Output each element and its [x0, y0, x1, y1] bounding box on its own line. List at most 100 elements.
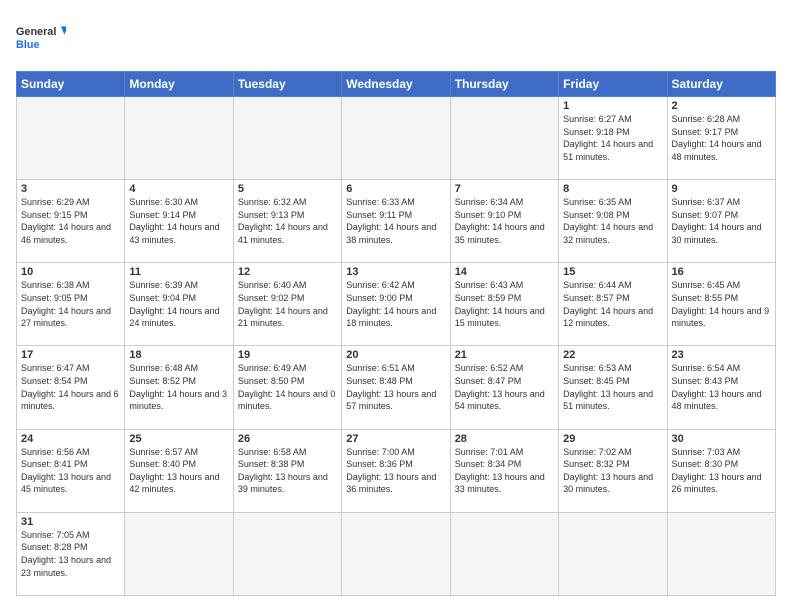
day-number: 12	[238, 266, 337, 278]
page: General Blue SundayMondayTuesdayWednesda…	[0, 0, 792, 612]
calendar-day-cell: 9Sunrise: 6:37 AM Sunset: 9:07 PM Daylig…	[667, 180, 775, 263]
day-info: Sunrise: 6:58 AM Sunset: 8:38 PM Dayligh…	[238, 446, 337, 496]
header: General Blue	[16, 16, 776, 61]
calendar-day-cell: 25Sunrise: 6:57 AM Sunset: 8:40 PM Dayli…	[125, 429, 233, 512]
day-number: 11	[129, 266, 228, 278]
calendar-week-row: 24Sunrise: 6:56 AM Sunset: 8:41 PM Dayli…	[17, 429, 776, 512]
calendar-day-cell: 30Sunrise: 7:03 AM Sunset: 8:30 PM Dayli…	[667, 429, 775, 512]
day-info: Sunrise: 6:44 AM Sunset: 8:57 PM Dayligh…	[563, 279, 662, 329]
calendar-day-cell	[125, 97, 233, 180]
day-number: 16	[672, 266, 771, 278]
day-info: Sunrise: 6:29 AM Sunset: 9:15 PM Dayligh…	[21, 196, 120, 246]
day-info: Sunrise: 6:45 AM Sunset: 8:55 PM Dayligh…	[672, 279, 771, 329]
day-number: 28	[455, 433, 554, 445]
calendar-day-cell: 21Sunrise: 6:52 AM Sunset: 8:47 PM Dayli…	[450, 346, 558, 429]
calendar-day-cell: 24Sunrise: 6:56 AM Sunset: 8:41 PM Dayli…	[17, 429, 125, 512]
day-info: Sunrise: 6:28 AM Sunset: 9:17 PM Dayligh…	[672, 113, 771, 163]
calendar-day-cell: 12Sunrise: 6:40 AM Sunset: 9:02 PM Dayli…	[233, 263, 341, 346]
calendar-header-cell: Thursday	[450, 72, 558, 97]
calendar-day-cell	[233, 97, 341, 180]
day-number: 27	[346, 433, 445, 445]
calendar-day-cell	[667, 512, 775, 595]
calendar-day-cell: 10Sunrise: 6:38 AM Sunset: 9:05 PM Dayli…	[17, 263, 125, 346]
day-info: Sunrise: 7:00 AM Sunset: 8:36 PM Dayligh…	[346, 446, 445, 496]
logo-svg: General Blue	[16, 16, 66, 61]
calendar-day-cell	[233, 512, 341, 595]
day-info: Sunrise: 6:43 AM Sunset: 8:59 PM Dayligh…	[455, 279, 554, 329]
day-number: 4	[129, 183, 228, 195]
calendar-day-cell	[17, 97, 125, 180]
day-info: Sunrise: 6:39 AM Sunset: 9:04 PM Dayligh…	[129, 279, 228, 329]
calendar-day-cell	[342, 512, 450, 595]
calendar-day-cell: 29Sunrise: 7:02 AM Sunset: 8:32 PM Dayli…	[559, 429, 667, 512]
day-info: Sunrise: 6:35 AM Sunset: 9:08 PM Dayligh…	[563, 196, 662, 246]
calendar-day-cell: 8Sunrise: 6:35 AM Sunset: 9:08 PM Daylig…	[559, 180, 667, 263]
calendar-day-cell: 13Sunrise: 6:42 AM Sunset: 9:00 PM Dayli…	[342, 263, 450, 346]
calendar-table: SundayMondayTuesdayWednesdayThursdayFrid…	[16, 71, 776, 596]
day-number: 8	[563, 183, 662, 195]
day-number: 21	[455, 349, 554, 361]
calendar-day-cell: 3Sunrise: 6:29 AM Sunset: 9:15 PM Daylig…	[17, 180, 125, 263]
day-number: 15	[563, 266, 662, 278]
day-info: Sunrise: 6:33 AM Sunset: 9:11 PM Dayligh…	[346, 196, 445, 246]
day-info: Sunrise: 6:48 AM Sunset: 8:52 PM Dayligh…	[129, 362, 228, 412]
day-info: Sunrise: 6:57 AM Sunset: 8:40 PM Dayligh…	[129, 446, 228, 496]
day-number: 3	[21, 183, 120, 195]
day-number: 18	[129, 349, 228, 361]
calendar-header-cell: Sunday	[17, 72, 125, 97]
day-info: Sunrise: 6:30 AM Sunset: 9:14 PM Dayligh…	[129, 196, 228, 246]
calendar-day-cell: 22Sunrise: 6:53 AM Sunset: 8:45 PM Dayli…	[559, 346, 667, 429]
calendar-day-cell: 11Sunrise: 6:39 AM Sunset: 9:04 PM Dayli…	[125, 263, 233, 346]
day-info: Sunrise: 6:32 AM Sunset: 9:13 PM Dayligh…	[238, 196, 337, 246]
day-info: Sunrise: 6:38 AM Sunset: 9:05 PM Dayligh…	[21, 279, 120, 329]
day-info: Sunrise: 6:37 AM Sunset: 9:07 PM Dayligh…	[672, 196, 771, 246]
calendar-day-cell: 17Sunrise: 6:47 AM Sunset: 8:54 PM Dayli…	[17, 346, 125, 429]
day-number: 30	[672, 433, 771, 445]
day-number: 23	[672, 349, 771, 361]
calendar-header-cell: Friday	[559, 72, 667, 97]
calendar-day-cell: 27Sunrise: 7:00 AM Sunset: 8:36 PM Dayli…	[342, 429, 450, 512]
day-info: Sunrise: 7:05 AM Sunset: 8:28 PM Dayligh…	[21, 529, 120, 579]
day-info: Sunrise: 6:27 AM Sunset: 9:18 PM Dayligh…	[563, 113, 662, 163]
day-info: Sunrise: 6:40 AM Sunset: 9:02 PM Dayligh…	[238, 279, 337, 329]
calendar-week-row: 31Sunrise: 7:05 AM Sunset: 8:28 PM Dayli…	[17, 512, 776, 595]
day-info: Sunrise: 6:54 AM Sunset: 8:43 PM Dayligh…	[672, 362, 771, 412]
day-info: Sunrise: 7:02 AM Sunset: 8:32 PM Dayligh…	[563, 446, 662, 496]
calendar-day-cell	[450, 512, 558, 595]
calendar-day-cell: 6Sunrise: 6:33 AM Sunset: 9:11 PM Daylig…	[342, 180, 450, 263]
day-info: Sunrise: 6:53 AM Sunset: 8:45 PM Dayligh…	[563, 362, 662, 412]
day-info: Sunrise: 6:47 AM Sunset: 8:54 PM Dayligh…	[21, 362, 120, 412]
calendar-header-row: SundayMondayTuesdayWednesdayThursdayFrid…	[17, 72, 776, 97]
svg-text:Blue: Blue	[16, 39, 39, 51]
svg-text:General: General	[16, 26, 56, 38]
calendar-day-cell: 19Sunrise: 6:49 AM Sunset: 8:50 PM Dayli…	[233, 346, 341, 429]
calendar-day-cell	[559, 512, 667, 595]
calendar-day-cell: 16Sunrise: 6:45 AM Sunset: 8:55 PM Dayli…	[667, 263, 775, 346]
day-info: Sunrise: 7:01 AM Sunset: 8:34 PM Dayligh…	[455, 446, 554, 496]
day-number: 10	[21, 266, 120, 278]
day-info: Sunrise: 6:51 AM Sunset: 8:48 PM Dayligh…	[346, 362, 445, 412]
calendar-header-cell: Tuesday	[233, 72, 341, 97]
day-number: 6	[346, 183, 445, 195]
calendar-day-cell	[342, 97, 450, 180]
day-info: Sunrise: 6:42 AM Sunset: 9:00 PM Dayligh…	[346, 279, 445, 329]
calendar-day-cell: 5Sunrise: 6:32 AM Sunset: 9:13 PM Daylig…	[233, 180, 341, 263]
day-number: 2	[672, 100, 771, 112]
calendar-day-cell: 15Sunrise: 6:44 AM Sunset: 8:57 PM Dayli…	[559, 263, 667, 346]
calendar-header-cell: Monday	[125, 72, 233, 97]
day-number: 26	[238, 433, 337, 445]
calendar-week-row: 17Sunrise: 6:47 AM Sunset: 8:54 PM Dayli…	[17, 346, 776, 429]
calendar-week-row: 1Sunrise: 6:27 AM Sunset: 9:18 PM Daylig…	[17, 97, 776, 180]
day-info: Sunrise: 6:34 AM Sunset: 9:10 PM Dayligh…	[455, 196, 554, 246]
day-info: Sunrise: 6:56 AM Sunset: 8:41 PM Dayligh…	[21, 446, 120, 496]
calendar-week-row: 3Sunrise: 6:29 AM Sunset: 9:15 PM Daylig…	[17, 180, 776, 263]
day-number: 22	[563, 349, 662, 361]
day-number: 17	[21, 349, 120, 361]
calendar-day-cell: 4Sunrise: 6:30 AM Sunset: 9:14 PM Daylig…	[125, 180, 233, 263]
calendar-day-cell	[450, 97, 558, 180]
day-number: 1	[563, 100, 662, 112]
day-number: 24	[21, 433, 120, 445]
calendar-day-cell: 7Sunrise: 6:34 AM Sunset: 9:10 PM Daylig…	[450, 180, 558, 263]
logo: General Blue	[16, 16, 66, 61]
day-number: 25	[129, 433, 228, 445]
